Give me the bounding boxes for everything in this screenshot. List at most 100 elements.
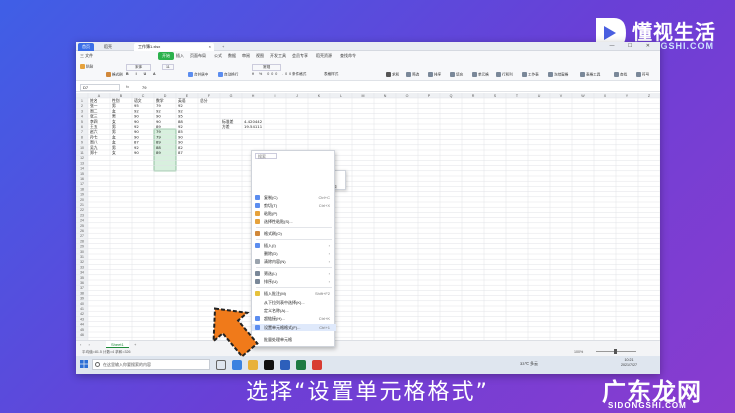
column-header-D[interactable]: D xyxy=(164,94,167,98)
row-header[interactable]: 35 xyxy=(80,276,84,280)
row-header[interactable]: 17 xyxy=(80,182,84,186)
column-header-H[interactable]: H xyxy=(252,94,255,98)
column-header-U[interactable]: U xyxy=(538,94,541,98)
data-cell[interactable]: 87 xyxy=(178,150,183,155)
row-header[interactable]: 18 xyxy=(80,187,84,191)
row-header[interactable]: 7 xyxy=(81,130,83,134)
menu-search-command[interactable]: 查找命令 xyxy=(340,51,356,61)
menu-review[interactable]: 审阅 xyxy=(242,51,250,61)
row-header[interactable]: 9 xyxy=(81,141,83,145)
menu-insert[interactable]: 插入 xyxy=(176,51,184,61)
add-sheet-button[interactable]: + xyxy=(134,341,139,348)
row-header[interactable]: 38 xyxy=(80,291,84,295)
sum-button[interactable]: 求和 xyxy=(386,72,399,77)
menu-sort[interactable]: 排序(U) › xyxy=(252,278,336,285)
row-header[interactable]: 46 xyxy=(80,333,84,337)
row-header[interactable]: 2 xyxy=(81,104,83,108)
menu-define-name[interactable]: 定义名称(A)... xyxy=(252,307,336,314)
window-controls[interactable]: — ☐ ✕ xyxy=(610,42,656,51)
row-header[interactable]: 8 xyxy=(81,135,83,139)
tab-home[interactable]: 首页 xyxy=(78,43,94,51)
menu-insert-cells[interactable]: 插入(I) › xyxy=(252,242,336,249)
row-header[interactable]: 4 xyxy=(81,115,83,119)
header-cell[interactable]: 总分 xyxy=(200,98,208,103)
zoom-level[interactable]: 100% xyxy=(574,348,583,356)
row-header[interactable]: 34 xyxy=(80,271,84,275)
freeze-button[interactable]: 冻结窗格 xyxy=(548,72,568,77)
row-header[interactable]: 40 xyxy=(80,302,84,306)
format-painter-button[interactable]: 格式刷 xyxy=(106,72,123,77)
row-header[interactable]: 12 xyxy=(80,156,84,160)
row-header[interactable]: 33 xyxy=(80,265,84,269)
name-box[interactable]: D7 xyxy=(80,84,120,91)
spreadsheet-grid[interactable]: A B C D E F G H I J K L M N O P Q R S T U V W X Y Z12345678910111… xyxy=(76,93,660,340)
menu-insert-comment[interactable]: 插入批注(M) Shift+F2 xyxy=(252,290,336,297)
column-header-L[interactable]: L xyxy=(340,94,342,98)
wrap-text-button[interactable]: 自动换行 xyxy=(218,72,238,77)
fill-button[interactable]: 填充 xyxy=(450,72,463,77)
row-header[interactable]: 30 xyxy=(80,250,84,254)
context-search[interactable]: 搜索 xyxy=(255,153,277,159)
row-header[interactable]: 23 xyxy=(80,213,84,217)
menu-formula[interactable]: 公式 xyxy=(214,51,222,61)
row-header[interactable]: 22 xyxy=(80,208,84,212)
font-select[interactable]: 宋体 xyxy=(126,64,152,71)
menu-cut[interactable]: 剪切(T) Ctrl+X xyxy=(252,202,336,209)
column-header-J[interactable]: J xyxy=(296,94,298,98)
find-button[interactable]: 查找 xyxy=(614,72,627,77)
clock[interactable]: 10:21 2021/7/27 xyxy=(614,358,644,368)
menu-batch-process[interactable]: 批量处理单元格 xyxy=(252,336,336,343)
menu-pick-from-list[interactable]: 从下拉列表中选择(K)... xyxy=(252,299,336,306)
taskbar-search[interactable]: 在这里输入你要搜索的内容 xyxy=(92,359,210,370)
column-header-R[interactable]: R xyxy=(472,94,475,98)
row-header[interactable]: 37 xyxy=(80,286,84,290)
menu-copy[interactable]: 复制(C) Ctrl+C xyxy=(252,194,336,201)
menu-format-cells[interactable]: 设置单元格格式(F)... Ctrl+1 xyxy=(252,324,336,331)
menu-paste-special[interactable]: 选择性粘贴(S)... xyxy=(252,218,336,225)
row-header[interactable]: 31 xyxy=(80,255,84,259)
store-icon[interactable] xyxy=(264,360,274,370)
row-header[interactable]: 29 xyxy=(80,245,84,249)
close-tab-icon[interactable]: × xyxy=(209,43,211,51)
number-format-buttons[interactable]: ¥ % 000 .00 xyxy=(252,72,293,76)
menu-clear-contents[interactable]: 清除内容(N) › xyxy=(252,258,336,265)
menu-hyperlink[interactable]: 超链接(H)... Ctrl+K xyxy=(252,315,336,322)
number-format-select[interactable]: 常规 xyxy=(252,64,282,71)
sheet-tab[interactable]: Sheet1 xyxy=(106,341,129,348)
row-header[interactable]: 26 xyxy=(80,229,84,233)
row-header[interactable]: 44 xyxy=(80,323,84,327)
wps-icon[interactable] xyxy=(312,360,322,370)
word-icon[interactable] xyxy=(280,360,290,370)
row-header[interactable]: 15 xyxy=(80,172,84,176)
new-tab-button[interactable]: + xyxy=(218,43,228,51)
row-header[interactable]: 5 xyxy=(81,120,83,124)
symbol-button[interactable]: 符号 xyxy=(636,72,649,77)
zoom-slider-thumb[interactable] xyxy=(614,349,617,354)
column-header-O[interactable]: O xyxy=(406,94,409,98)
row-header[interactable]: 16 xyxy=(80,177,84,181)
row-header[interactable]: 39 xyxy=(80,297,84,301)
tab-daoke[interactable]: 稻壳 xyxy=(100,43,116,51)
column-header-I[interactable]: I xyxy=(275,94,276,98)
table-tools-button[interactable]: 表格工具 xyxy=(580,72,600,77)
column-header-W[interactable]: W xyxy=(581,94,585,98)
windows-start-icon[interactable] xyxy=(80,360,88,368)
menu-paste[interactable]: 粘贴(P) xyxy=(252,210,336,217)
column-header-N[interactable]: N xyxy=(384,94,387,98)
menu-resources[interactable]: 稻壳资源 xyxy=(316,51,332,61)
edge-icon[interactable] xyxy=(232,360,242,370)
row-header[interactable]: 20 xyxy=(80,198,84,202)
sheet-button[interactable]: 工作表 xyxy=(522,72,539,77)
row-col-button[interactable]: 行和列 xyxy=(496,72,513,77)
sort-button[interactable]: 排序 xyxy=(428,72,441,77)
fx-icon[interactable]: fx xyxy=(126,84,129,89)
data-cell[interactable]: 90 xyxy=(134,150,139,155)
row-header[interactable]: 3 xyxy=(81,109,83,113)
row-header[interactable]: 11 xyxy=(80,151,84,155)
row-header[interactable]: 32 xyxy=(80,260,84,264)
table-style-button[interactable]: 表格样式 xyxy=(324,72,338,77)
merge-center-button[interactable]: 合并居中 xyxy=(188,72,208,77)
data-cell[interactable]: 89 xyxy=(156,150,161,155)
filter-button[interactable]: 筛选 xyxy=(406,72,419,77)
formula-input[interactable]: 79 xyxy=(142,84,146,91)
